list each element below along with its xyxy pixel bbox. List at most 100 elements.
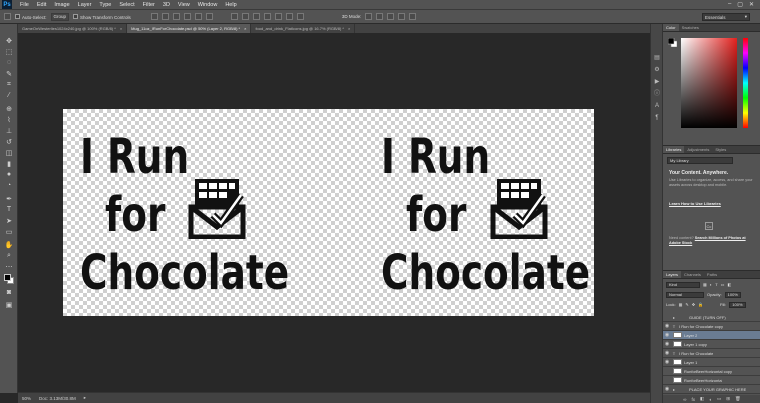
visibility-eye-icon[interactable]: ◉: [663, 332, 671, 338]
layer-style-icon[interactable]: fx: [691, 397, 695, 402]
auto-select-checkbox[interactable]: [15, 13, 20, 19]
menu-filter[interactable]: Filter: [139, 2, 159, 8]
opacity-field[interactable]: 100%: [724, 291, 741, 298]
new-layer-icon[interactable]: ⊞: [726, 396, 730, 402]
visibility-eye-icon[interactable]: ◉: [663, 341, 671, 347]
hue-slider[interactable]: [743, 38, 748, 128]
layer-row[interactable]: ◉ T I Run for Chocolate: [663, 349, 760, 358]
library-dropdown[interactable]: My Library: [667, 157, 733, 164]
more-tools-icon[interactable]: ⋯: [4, 262, 14, 271]
auto-align-icon[interactable]: [296, 13, 304, 20]
menu-window[interactable]: Window: [194, 2, 222, 8]
lock-move-icon[interactable]: ✥: [692, 302, 695, 307]
eyedropper-tool-icon[interactable]: ⁄: [4, 91, 14, 100]
workspace-switcher[interactable]: Essentials ▾: [702, 13, 750, 21]
3d-drag-icon[interactable]: [387, 13, 395, 20]
auto-select-option[interactable]: Auto-Select:: [15, 13, 47, 20]
layer-row[interactable]: ◉ T I Run for Chocolate copy: [663, 322, 760, 331]
menu-help[interactable]: Help: [221, 2, 240, 8]
menu-edit[interactable]: Edit: [33, 2, 50, 8]
menu-type[interactable]: Type: [95, 2, 115, 8]
zoom-level[interactable]: 50%: [22, 396, 31, 401]
info-panel-icon[interactable]: ⓘ: [653, 90, 661, 98]
blur-tool-icon[interactable]: ●: [4, 170, 14, 179]
tab-color[interactable]: Color: [663, 24, 679, 31]
history-brush-tool-icon[interactable]: ↺: [4, 137, 14, 146]
menu-file[interactable]: File: [16, 2, 33, 8]
learn-libraries-link[interactable]: Learn How to Use Libraries: [669, 201, 721, 206]
auto-select-dropdown[interactable]: Group: [50, 12, 70, 21]
tab-adjustments[interactable]: Adjustments: [684, 146, 712, 153]
close-icon[interactable]: ×: [244, 26, 246, 31]
canvas-area[interactable]: I Run for Chocolate I Run for Chocolate: [18, 33, 650, 392]
link-layers-icon[interactable]: ∞: [683, 397, 686, 402]
visibility-eye-icon[interactable]: ◉: [663, 323, 671, 329]
filter-shape-icon[interactable]: ▭: [721, 282, 725, 287]
character-panel-icon[interactable]: A: [653, 102, 661, 110]
clone-stamp-tool-icon[interactable]: ⊥: [4, 126, 14, 135]
group-arrow-icon[interactable]: ▸: [671, 315, 677, 320]
show-transform-option[interactable]: Show Transform Controls: [73, 13, 131, 20]
paragraph-panel-icon[interactable]: ¶: [653, 114, 661, 122]
distribute-center-icon[interactable]: [274, 13, 282, 20]
new-group-icon[interactable]: ▭: [717, 396, 721, 402]
align-left-icon[interactable]: [183, 13, 191, 20]
color-fg-bg-swatch[interactable]: [668, 38, 677, 47]
3d-scale-icon[interactable]: [409, 13, 417, 20]
pen-tool-icon[interactable]: ✒: [4, 194, 14, 203]
lasso-tool-icon[interactable]: ◌: [4, 58, 14, 67]
type-tool-icon[interactable]: T: [4, 205, 14, 214]
align-top-icon[interactable]: [150, 13, 158, 20]
visibility-eye-icon[interactable]: ◉: [663, 359, 671, 365]
rectangle-tool-icon[interactable]: ▭: [4, 227, 14, 236]
tab-game-on-westerlies[interactable]: GameOnWesterlies1024x240.jpg @ 100% (RGB…: [18, 24, 128, 33]
path-selection-tool-icon[interactable]: ➤: [4, 216, 14, 225]
filter-type-icon[interactable]: T: [715, 282, 717, 287]
history-panel-icon[interactable]: ▤: [653, 54, 661, 62]
lock-paint-icon[interactable]: ✎: [685, 302, 688, 307]
distribute-bottom-icon[interactable]: [252, 13, 260, 20]
marquee-tool-icon[interactable]: ⬚: [4, 47, 14, 56]
group-arrow-icon[interactable]: ▸: [671, 387, 677, 392]
menu-select[interactable]: Select: [115, 2, 138, 8]
healing-brush-tool-icon[interactable]: ⊕: [4, 104, 14, 113]
show-transform-checkbox[interactable]: [73, 13, 79, 19]
actions-panel-icon[interactable]: ▶: [653, 78, 661, 86]
properties-panel-icon[interactable]: ⚙: [653, 66, 661, 74]
layer-row[interactable]: ◉ Layer 2: [663, 331, 760, 340]
3d-roll-icon[interactable]: [376, 13, 384, 20]
status-menu-arrow-icon[interactable]: ▸: [84, 395, 86, 401]
3d-slide-icon[interactable]: [398, 13, 406, 20]
gradient-tool-icon[interactable]: ▮: [4, 159, 14, 168]
menu-3d[interactable]: 3D: [159, 2, 174, 8]
move-tool-preset-icon[interactable]: [4, 13, 11, 20]
fill-field[interactable]: 100%: [729, 301, 746, 308]
menu-view[interactable]: View: [174, 2, 194, 8]
layer-row[interactable]: RunforBeerHorizontal copy: [663, 367, 760, 376]
3d-rotate-icon[interactable]: [365, 13, 373, 20]
move-tool-icon[interactable]: ✥: [4, 36, 14, 45]
zoom-tool-icon[interactable]: ⌕: [4, 251, 14, 260]
add-mask-icon[interactable]: ◧: [700, 396, 704, 402]
filter-smart-icon[interactable]: ◧: [727, 282, 731, 287]
tab-styles[interactable]: Styles: [712, 146, 729, 153]
tab-food-and-drink[interactable]: food_and_drink_FlatIcons.jpg @ 16.7% (RG…: [251, 24, 356, 33]
close-icon[interactable]: ✕: [749, 1, 754, 8]
minimize-icon[interactable]: –: [728, 1, 731, 8]
layer-kind-filter[interactable]: Kind: [666, 281, 700, 288]
dodge-tool-icon[interactable]: ◔: [4, 181, 14, 190]
align-middle-icon[interactable]: [161, 13, 169, 20]
menu-image[interactable]: Image: [50, 2, 73, 8]
distribute-top-icon[interactable]: [230, 13, 238, 20]
layer-row[interactable]: ▸ GUIDE (TURN OFF): [663, 313, 760, 322]
tab-libraries[interactable]: Libraries: [663, 146, 685, 153]
distribute-middle-icon[interactable]: [241, 13, 249, 20]
distribute-left-icon[interactable]: [263, 13, 271, 20]
quick-mask-icon[interactable]: ◙: [4, 288, 14, 297]
layer-row[interactable]: ◉ ▸ PLACE YOUR GRAPHIC HERE: [663, 385, 760, 394]
tab-swatches[interactable]: Swatches: [679, 24, 702, 31]
filter-pixel-icon[interactable]: ▦: [703, 282, 707, 287]
tab-channels[interactable]: Channels: [681, 271, 704, 278]
align-bottom-icon[interactable]: [172, 13, 180, 20]
screen-mode-icon[interactable]: ▣: [4, 300, 14, 309]
